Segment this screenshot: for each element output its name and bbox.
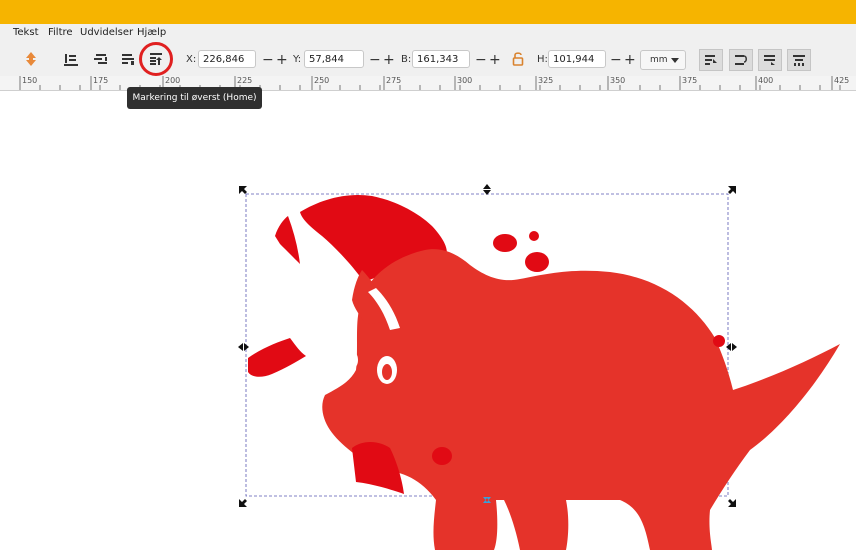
y-label: Y:: [293, 54, 302, 65]
paint-spot: [529, 231, 539, 241]
y-increment[interactable]: +: [383, 52, 395, 68]
paint-spot: [713, 335, 725, 347]
transform-icon: [793, 55, 805, 66]
dino-mouth-piece: [248, 338, 306, 377]
align-left-icon[interactable]: [92, 50, 110, 68]
height-increment[interactable]: +: [624, 52, 636, 68]
ruler-label: 250: [314, 76, 330, 85]
rotate-flip-button-4[interactable]: [787, 49, 811, 71]
width-input[interactable]: [412, 50, 470, 68]
ruler-label: 275: [386, 76, 402, 85]
ruler-label: 175: [93, 76, 109, 85]
lock-icon[interactable]: [509, 50, 527, 68]
align-right-icon[interactable]: [119, 50, 137, 68]
dino-eye: [346, 351, 358, 369]
menu-item-help[interactable]: Hjælp: [137, 27, 166, 38]
dino-pupil: [382, 364, 392, 380]
menu-item-text[interactable]: Tekst: [13, 27, 38, 38]
height-field: H: − +: [537, 50, 637, 70]
height-label: H:: [537, 54, 548, 65]
height-decrement[interactable]: −: [610, 52, 622, 68]
width-field: B: − +: [401, 50, 505, 70]
width-decrement[interactable]: −: [475, 52, 487, 68]
y-input[interactable]: [304, 50, 364, 68]
x-decrement[interactable]: −: [262, 52, 274, 68]
x-input[interactable]: [198, 50, 256, 68]
align-bottom-icon[interactable]: [62, 50, 80, 68]
y-decrement[interactable]: −: [369, 52, 381, 68]
ruler-label: 375: [682, 76, 698, 85]
unit-select[interactable]: mm: [640, 50, 686, 70]
ruler-label: 350: [610, 76, 626, 85]
transform-icon: [705, 55, 717, 65]
transform-icon: [764, 55, 775, 65]
window-title-bar: [0, 0, 856, 24]
ruler-label: 425: [834, 76, 850, 85]
transform-icon: [735, 55, 747, 65]
ruler-label: 400: [758, 76, 774, 85]
horn-shard: [275, 216, 300, 264]
y-field: Y: − +: [293, 50, 403, 70]
paint-spot: [525, 252, 549, 272]
dino-body: [322, 249, 840, 550]
menu-item-extensions[interactable]: Udvidelser: [80, 27, 133, 38]
paint-spot: [493, 234, 517, 252]
ruler-label: 200: [165, 76, 181, 85]
menu-item-filters[interactable]: Filtre: [48, 27, 73, 38]
width-increment[interactable]: +: [489, 52, 501, 68]
paint-spot: [432, 447, 452, 465]
rotate-flip-button-2[interactable]: [729, 49, 753, 71]
raise-icon[interactable]: [22, 50, 40, 68]
chevron-down-icon: [671, 58, 679, 63]
x-field: X: − +: [186, 50, 294, 70]
highlight-circle: [139, 42, 173, 76]
x-label: X:: [186, 54, 197, 65]
ruler-label: 150: [22, 76, 38, 85]
x-increment[interactable]: +: [276, 52, 288, 68]
drawing-canvas[interactable]: [0, 91, 856, 560]
height-input[interactable]: [548, 50, 606, 68]
rotate-flip-button-3[interactable]: [758, 49, 782, 71]
width-label: B:: [401, 54, 412, 65]
tooltip: Markering til øverst (Home): [127, 87, 262, 109]
ruler-label: 225: [237, 76, 253, 85]
unit-value: mm: [650, 55, 668, 65]
ruler-label: 325: [538, 76, 554, 85]
menu-bar: Tekst Filtre Udvidelser Hjælp: [0, 24, 856, 42]
toolbar: X: − + Y: − + B: − + H: − +: [0, 42, 856, 76]
ruler-label: 300: [457, 76, 473, 85]
rotate-flip-button-1[interactable]: [699, 49, 723, 71]
